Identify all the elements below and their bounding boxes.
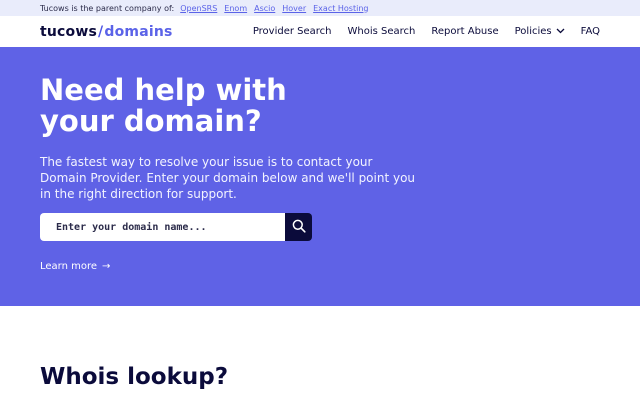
link-ascio[interactable]: Ascio (254, 4, 275, 13)
search-button[interactable] (285, 213, 312, 241)
hero-title: Need help with your domain? (40, 73, 287, 138)
parent-company-bar: Tucows is the parent company of: OpenSRS… (0, 0, 640, 16)
nav-whois-search[interactable]: Whois Search (348, 26, 416, 37)
logo-domains: domains (104, 23, 173, 40)
logo[interactable]: tucows/domains (40, 24, 173, 40)
link-opensrs[interactable]: OpenSRS (180, 4, 217, 13)
link-enom[interactable]: Enom (224, 4, 247, 13)
learn-more-label: Learn more (40, 261, 98, 272)
nav-links: Provider Search Whois Search Report Abus… (253, 26, 600, 37)
chevron-down-icon (556, 27, 565, 36)
link-exact-hosting[interactable]: Exact Hosting (313, 4, 368, 13)
domain-search-form (40, 213, 600, 241)
main-nav: tucows/domains Provider Search Whois Sea… (0, 16, 640, 47)
nav-report-abuse[interactable]: Report Abuse (431, 26, 498, 37)
learn-more-link[interactable]: Learn more → (40, 261, 110, 272)
nav-policies[interactable]: Policies (515, 26, 565, 37)
whois-section-title: Whois lookup? (40, 364, 229, 390)
nav-policies-label: Policies (514, 26, 552, 37)
arrow-right-icon: → (102, 261, 111, 272)
search-icon (292, 219, 306, 236)
logo-slash: / (98, 23, 104, 40)
domain-search-input[interactable] (40, 213, 285, 241)
logo-tucows: tucows (40, 23, 98, 40)
nav-faq[interactable]: FAQ (581, 26, 600, 37)
link-hover[interactable]: Hover (282, 4, 306, 13)
nav-provider-search[interactable]: Provider Search (253, 26, 332, 37)
parent-company-label: Tucows is the parent company of: (40, 3, 175, 13)
hero-description: The fastest way to resolve your issue is… (40, 155, 416, 201)
hero-section: Need help with your domain? The fastest … (0, 47, 640, 306)
whois-section: Whois lookup? (0, 306, 640, 390)
